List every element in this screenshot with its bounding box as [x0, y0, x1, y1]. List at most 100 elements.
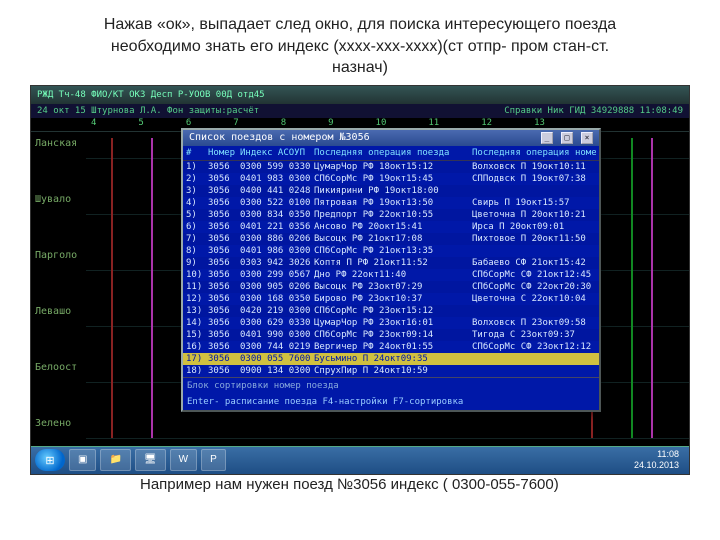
cell: [472, 353, 596, 365]
cell: Коптя П РФ 21окт11:52: [314, 257, 472, 269]
cell: 3056: [208, 317, 240, 329]
train-row[interactable]: 17)30560300 055 7600Бусьмино П 24окт09:3…: [183, 353, 599, 365]
cell: 12): [186, 293, 208, 305]
cell: 3056: [208, 221, 240, 233]
col: Последняя операция поезда: [314, 147, 472, 159]
tray[interactable]: 11:08 24.10.2013: [634, 449, 685, 471]
task-item[interactable]: ▣: [69, 449, 96, 471]
cell: 0300 886 0206: [240, 233, 314, 245]
cell: 3056: [208, 341, 240, 353]
cell: 3056: [208, 353, 240, 365]
cell: 5): [186, 209, 208, 221]
train-row[interactable]: 11)30560300 905 0206Высоцк РФ 23окт07:29…: [183, 281, 599, 293]
station: Ланская: [31, 138, 86, 194]
train-row[interactable]: 7)30560300 886 0206Высоцк РФ 21окт17:08П…: [183, 233, 599, 245]
train-row[interactable]: 13)30560420 219 0300СПбСорМс РФ 23окт15:…: [183, 305, 599, 317]
cell: Бусьмино П 24окт09:35: [314, 353, 472, 365]
cell: Свирь П 19окт15:57: [472, 197, 596, 209]
cell: 0300 599 0330: [240, 161, 314, 173]
cell: Волховск П 23окт09:58: [472, 317, 596, 329]
train-row[interactable]: 1)30560300 599 0330ЦумарЧор РФ 18окт15:1…: [183, 161, 599, 173]
status-right: Справки Ник ГИД 34929888 11:08:49: [504, 104, 683, 118]
cell: 3056: [208, 305, 240, 317]
cell: 3): [186, 185, 208, 197]
cell: 0300 522 0100: [240, 197, 314, 209]
train-row[interactable]: 16)30560300 744 0219Вергичер РФ 24окт01:…: [183, 341, 599, 353]
cell: 3056: [208, 233, 240, 245]
train-row[interactable]: 5)30560300 834 0350Предпорт РФ 22окт10:5…: [183, 209, 599, 221]
cell: Волховск П 19окт10:11: [472, 161, 596, 173]
cell: 14): [186, 317, 208, 329]
train-row[interactable]: 18)30560900 134 0300СпрухПир П 24окт10:5…: [183, 365, 599, 377]
train-list-popup[interactable]: Список поездов с номером №3056 _ □ × # Н…: [181, 128, 601, 412]
cell: Пикиярини РФ 19окт18:00: [314, 185, 472, 197]
cell: 0401 983 0300: [240, 173, 314, 185]
cell: [472, 365, 596, 377]
screenshot-area: РЖД Тч-48 ФИО/КТ ОКЗ Десп Р-УООB 00Д отд…: [30, 85, 690, 475]
train-row[interactable]: 6)30560401 221 0356Ансово РФ 20окт15:41И…: [183, 221, 599, 233]
cell: СПбСорМс СФ 22окт20:30: [472, 281, 596, 293]
cell: 4): [186, 197, 208, 209]
cell: СПбСорМс РФ 19окт15:45: [314, 173, 472, 185]
cell: 9): [186, 257, 208, 269]
task-item[interactable]: 📁: [100, 449, 130, 471]
cell: ЦумарЧор РФ 18окт15:12: [314, 161, 472, 173]
cell: 0300 744 0219: [240, 341, 314, 353]
task-item[interactable]: 🖥: [135, 449, 166, 471]
window-buttons[interactable]: _ □ ×: [539, 132, 593, 144]
title-line-3: назнач): [30, 57, 690, 79]
cell: СПбСорМс СФ 23окт12:12: [472, 341, 596, 353]
popup-title-text: Список поездов с номером №3056: [189, 132, 370, 144]
cell: 0420 219 0300: [240, 305, 314, 317]
train-row[interactable]: 15)30560401 990 0300СПбСорМс РФ 23окт09:…: [183, 329, 599, 341]
station: Рощино: [31, 474, 86, 475]
cell: Вергичер РФ 24окт01:55: [314, 341, 472, 353]
cell: 17): [186, 353, 208, 365]
title-line-2: необходимо знать его индекс (хххх-ххх-хх…: [30, 36, 690, 58]
train-row[interactable]: 3)30560400 441 0248Пикиярини РФ 19окт18:…: [183, 185, 599, 197]
task-item[interactable]: P: [201, 449, 226, 471]
train-row[interactable]: 9)30560303 942 3026Коптя П РФ 21окт11:52…: [183, 257, 599, 269]
cell: Предпорт РФ 22окт10:55: [314, 209, 472, 221]
cell: 3056: [208, 293, 240, 305]
cell: Цветочна П 20окт10:21: [472, 209, 596, 221]
train-row[interactable]: 8)30560401 986 0300СПбСорМс РФ 21окт13:3…: [183, 245, 599, 257]
clock-time: 11:08: [634, 449, 679, 460]
train-rows[interactable]: 1)30560300 599 0330ЦумарЧор РФ 18окт15:1…: [183, 161, 599, 377]
cell: 1): [186, 161, 208, 173]
cell: СПбСорМс РФ 23окт09:14: [314, 329, 472, 341]
train-row[interactable]: 14)30560300 629 0330ЦумарЧор РФ 23окт16:…: [183, 317, 599, 329]
cell: 6): [186, 221, 208, 233]
cell: 3056: [208, 161, 240, 173]
app-status-bar: 24 окт 15 Штурнова Л.А. Фон защиты:расчё…: [31, 104, 689, 118]
train-row[interactable]: 4)30560300 522 0100Пятровая РФ 19окт13:5…: [183, 197, 599, 209]
cell: Ансово РФ 20окт15:41: [314, 221, 472, 233]
cell: Цветочна С 22окт10:04: [472, 293, 596, 305]
station: Парголо: [31, 250, 86, 306]
station: Левашо: [31, 306, 86, 362]
cell: 3056: [208, 269, 240, 281]
close-icon[interactable]: ×: [581, 132, 593, 144]
cell: Пихтовое П 20окт11:50: [472, 233, 596, 245]
col: #: [186, 147, 208, 159]
status-left: 24 окт 15 Штурнова Л.А. Фон защиты:расчё…: [37, 104, 259, 118]
col: Номер: [208, 147, 240, 159]
train-row[interactable]: 2)30560401 983 0300СПбСорМс РФ 19окт15:4…: [183, 173, 599, 185]
taskbar[interactable]: ⊞ ▣ 📁 🖥 W P 11:08 24.10.2013: [31, 446, 689, 474]
task-item[interactable]: W: [170, 449, 197, 471]
cell: 3056: [208, 329, 240, 341]
cell: 0300 299 0567: [240, 269, 314, 281]
cell: 3056: [208, 365, 240, 377]
cell: Бирово РФ 23окт10:37: [314, 293, 472, 305]
cell: [472, 245, 596, 257]
maximize-icon[interactable]: □: [561, 132, 573, 144]
train-row[interactable]: 10)30560300 299 0567Дно РФ 22окт11:40СПб…: [183, 269, 599, 281]
train-row[interactable]: 12)30560300 168 0350Бирово РФ 23окт10:37…: [183, 293, 599, 305]
popup-titlebar[interactable]: Список поездов с номером №3056 _ □ ×: [183, 130, 599, 146]
cell: 0900 134 0300: [240, 365, 314, 377]
cell: 15): [186, 329, 208, 341]
station-labels: Ланская Шувало Парголо Левашо Белоост Зе…: [31, 138, 86, 446]
cell: 10): [186, 269, 208, 281]
start-button[interactable]: ⊞: [35, 449, 65, 471]
minimize-icon[interactable]: _: [541, 132, 553, 144]
